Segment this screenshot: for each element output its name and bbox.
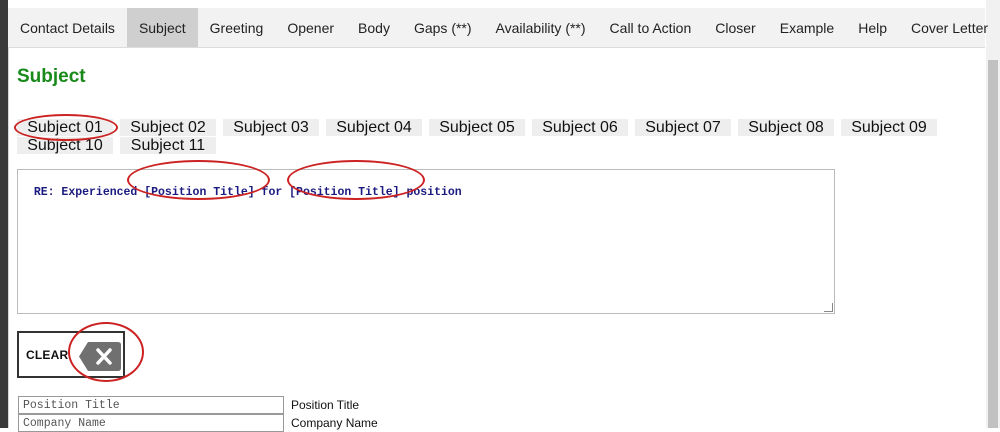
tab-gaps[interactable]: Gaps (**) <box>402 8 484 47</box>
subject-tab-05[interactable]: Subject 05 <box>429 119 525 136</box>
subject-tab-10[interactable]: Subject 10 <box>17 137 113 154</box>
tab-body[interactable]: Body <box>346 8 402 47</box>
tab-subject[interactable]: Subject <box>126 8 198 47</box>
tab-help[interactable]: Help <box>846 8 899 47</box>
tab-contact-details[interactable]: Contact Details <box>8 8 127 47</box>
subject-tab-11[interactable]: Subject 11 <box>120 137 216 154</box>
subject-tab-09[interactable]: Subject 09 <box>841 119 937 136</box>
scrollbar-thumb[interactable] <box>988 60 998 428</box>
main-nav: Contact Details Subject Greeting Opener … <box>8 8 988 48</box>
resize-handle[interactable] <box>824 303 833 312</box>
subject-text: RE: Experienced [Position Title] for [Po… <box>33 186 462 199</box>
position-title-label: Position Title <box>291 398 360 412</box>
subject-textarea[interactable]: RE: Experienced [Position Title] for [Po… <box>17 169 835 314</box>
tab-greeting[interactable]: Greeting <box>198 8 276 47</box>
clear-button[interactable]: CLEAR <box>17 331 125 378</box>
tab-cover-letter[interactable]: Cover Letter <box>899 8 1000 47</box>
subject-tabs: Subject 01 Subject 02 Subject 03 Subject… <box>17 119 947 155</box>
subject-tab-06[interactable]: Subject 06 <box>532 119 628 136</box>
vertical-scrollbar[interactable] <box>986 0 1000 428</box>
content-divider <box>8 47 9 428</box>
page-title: Subject <box>17 66 86 87</box>
company-name-input[interactable]: Company Name <box>18 414 284 432</box>
tab-call-to-action[interactable]: Call to Action <box>598 8 704 47</box>
subject-tabs-row-2: Subject 10 Subject 11 <box>17 137 947 154</box>
subject-tabs-row-1: Subject 01 Subject 02 Subject 03 Subject… <box>17 119 947 136</box>
tab-example[interactable]: Example <box>768 8 846 47</box>
subject-tab-07[interactable]: Subject 07 <box>635 119 731 136</box>
subject-tab-01[interactable]: Subject 01 <box>17 119 113 136</box>
position-title-input[interactable]: Position Title <box>18 396 284 414</box>
subject-tab-02[interactable]: Subject 02 <box>120 119 216 136</box>
window-edge <box>0 0 8 428</box>
subject-tab-04[interactable]: Subject 04 <box>326 119 422 136</box>
tab-opener[interactable]: Opener <box>275 8 346 47</box>
tab-closer[interactable]: Closer <box>703 8 767 47</box>
subject-tab-08[interactable]: Subject 08 <box>738 119 834 136</box>
tab-availability[interactable]: Availability (**) <box>484 8 598 47</box>
backspace-x-icon <box>79 342 121 371</box>
subject-tab-03[interactable]: Subject 03 <box>223 119 319 136</box>
clear-label: CLEAR <box>26 347 69 362</box>
